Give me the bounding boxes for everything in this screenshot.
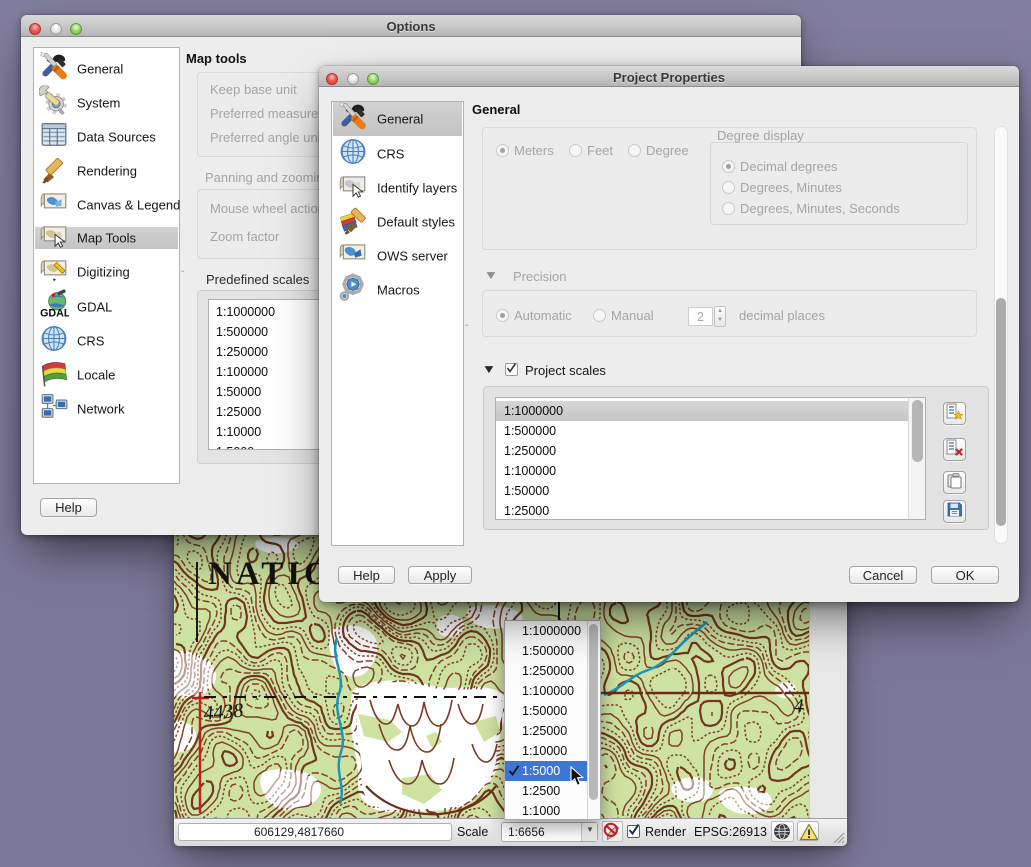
svg-text:4: 4 <box>794 696 804 717</box>
svg-text:4438: 4438 <box>203 700 245 725</box>
svg-text:GDAL: GDAL <box>40 307 69 319</box>
